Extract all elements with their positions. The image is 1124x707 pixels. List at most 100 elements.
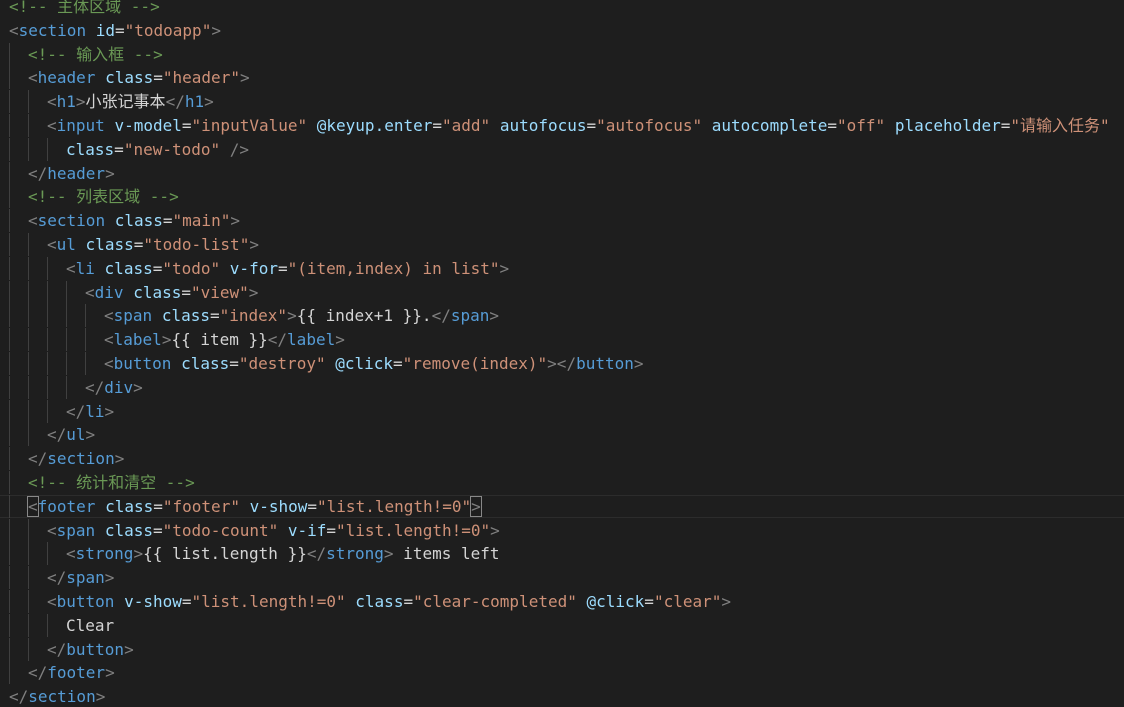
code-token: = xyxy=(162,211,173,231)
code-line[interactable]: <!-- 主体区域 --> xyxy=(0,0,1124,18)
code-token: span xyxy=(113,306,153,326)
code-line[interactable]: </div> xyxy=(0,375,1124,399)
code-token: section xyxy=(37,211,106,231)
code-token: "index" xyxy=(219,306,288,326)
code-line[interactable]: <!-- 列表区域 --> xyxy=(0,185,1124,209)
code-text: <footer class="footer" v-show="list.leng… xyxy=(27,495,482,518)
code-token: "off" xyxy=(837,116,886,135)
code-text: <li class="todo" v-for="(item,index) in … xyxy=(66,257,509,280)
indent-guide xyxy=(28,304,29,328)
code-token: > xyxy=(470,495,482,517)
code-text: <span class="todo-count" v-if="list.leng… xyxy=(47,519,500,542)
code-token: </ xyxy=(267,330,288,350)
code-token: button xyxy=(576,354,634,373)
code-token: > xyxy=(105,663,115,683)
code-line[interactable]: <!-- 输入框 --> xyxy=(0,42,1124,66)
code-token: <!-- 输入框 --> xyxy=(28,44,163,64)
code-line[interactable]: </header> xyxy=(0,161,1124,185)
code-token: > xyxy=(633,354,644,373)
code-token: ul xyxy=(66,425,86,445)
code-line[interactable]: Clear xyxy=(0,613,1124,637)
indent-guide xyxy=(28,137,29,161)
code-token: span xyxy=(450,306,490,326)
code-token: "new-todo" xyxy=(123,139,221,159)
code-line[interactable]: <ul class="todo-list"> xyxy=(0,233,1124,256)
code-token: {{ index+1 }}. xyxy=(296,306,432,326)
indent-guide xyxy=(9,494,10,518)
indent-guide xyxy=(9,518,10,542)
code-text: </button> xyxy=(47,638,134,661)
indent-guide xyxy=(9,661,10,685)
code-line[interactable]: </footer> xyxy=(0,661,1124,685)
code-token: footer xyxy=(37,496,96,516)
indent-guide xyxy=(9,233,10,256)
code-token: v-show xyxy=(249,496,308,516)
code-text: <button v-show="list.length!=0" class="c… xyxy=(47,590,731,613)
code-token: @click xyxy=(586,592,645,611)
code-text: <button class="destroy" @click="remove(i… xyxy=(104,352,644,375)
code-token: "todoapp" xyxy=(124,20,212,40)
code-token: class xyxy=(105,68,154,88)
code-line[interactable]: <section id="todoapp"> xyxy=(0,19,1124,42)
code-line[interactable]: <li class="todo" v-for="(item,index) in … xyxy=(0,256,1124,280)
indent-guide xyxy=(28,566,29,590)
code-token: "view" xyxy=(191,282,249,302)
code-token: = xyxy=(209,306,220,326)
code-token: < xyxy=(47,116,57,135)
code-line[interactable]: <h1>小张记事本</h1> xyxy=(0,90,1124,114)
code-line[interactable]: class="new-todo" /> xyxy=(0,137,1124,161)
code-token: span xyxy=(56,520,96,540)
indent-guide xyxy=(28,233,29,256)
code-line[interactable]: <label>{{ item }}</label> xyxy=(0,328,1124,352)
code-editor[interactable]: <!-- 主体区域 --> <section id="todoapp"> <!-- … xyxy=(0,0,1124,707)
indent-guide xyxy=(9,185,10,209)
code-line[interactable]: </section> xyxy=(0,685,1124,707)
indent-guide xyxy=(28,256,29,280)
code-token: "(item,index) in list" xyxy=(287,258,500,278)
code-token: > xyxy=(204,92,214,112)
indent-guide xyxy=(28,613,29,637)
code-text: </li> xyxy=(66,400,114,423)
code-line[interactable]: <span class="index">{{ index+1 }}.</span… xyxy=(0,304,1124,328)
indent-guide xyxy=(9,542,10,566)
code-line[interactable]: <input v-model="inputValue" @keyup.enter… xyxy=(0,114,1124,137)
code-line[interactable]: <span class="todo-count" v-if="list.leng… xyxy=(0,518,1124,542)
code-line[interactable]: </section> xyxy=(0,447,1124,471)
code-line[interactable]: <button v-show="list.length!=0" class="c… xyxy=(0,590,1124,613)
code-token: > xyxy=(104,568,115,588)
code-token: = xyxy=(644,592,654,611)
code-line[interactable]: <header class="header"> xyxy=(0,66,1124,90)
code-line[interactable]: </li> xyxy=(0,399,1124,423)
indent-guide xyxy=(9,42,10,66)
code-line[interactable]: <!-- 统计和清空 --> xyxy=(0,471,1124,494)
indent-guide xyxy=(9,352,10,375)
code-token: button xyxy=(56,592,115,611)
code-line[interactable]: <strong>{{ list.length }}</strong> items… xyxy=(0,542,1124,566)
code-line[interactable]: <button class="destroy" @click="remove(i… xyxy=(0,352,1124,375)
code-token: </ xyxy=(9,687,29,707)
code-line[interactable]: </button> xyxy=(0,637,1124,661)
code-text: </footer> xyxy=(28,661,115,684)
code-token: = xyxy=(393,354,403,373)
code-token: {{ item }} xyxy=(171,330,268,350)
code-line[interactable]: <footer class="footer" v-show="list.leng… xyxy=(0,494,1124,518)
code-token: class xyxy=(355,592,404,611)
code-token: > xyxy=(489,306,499,326)
code-line[interactable]: <div class="view"> xyxy=(0,280,1124,304)
code-token: < xyxy=(47,592,57,611)
indent-guide xyxy=(28,114,29,137)
code-text: <h1>小张记事本</h1> xyxy=(47,90,214,113)
code-token: strong xyxy=(75,544,134,564)
code-line[interactable]: </ul> xyxy=(0,423,1124,447)
code-token: > xyxy=(721,592,732,611)
code-line[interactable]: </span> xyxy=(0,566,1124,590)
code-line[interactable]: <section class="main"> xyxy=(0,209,1124,233)
